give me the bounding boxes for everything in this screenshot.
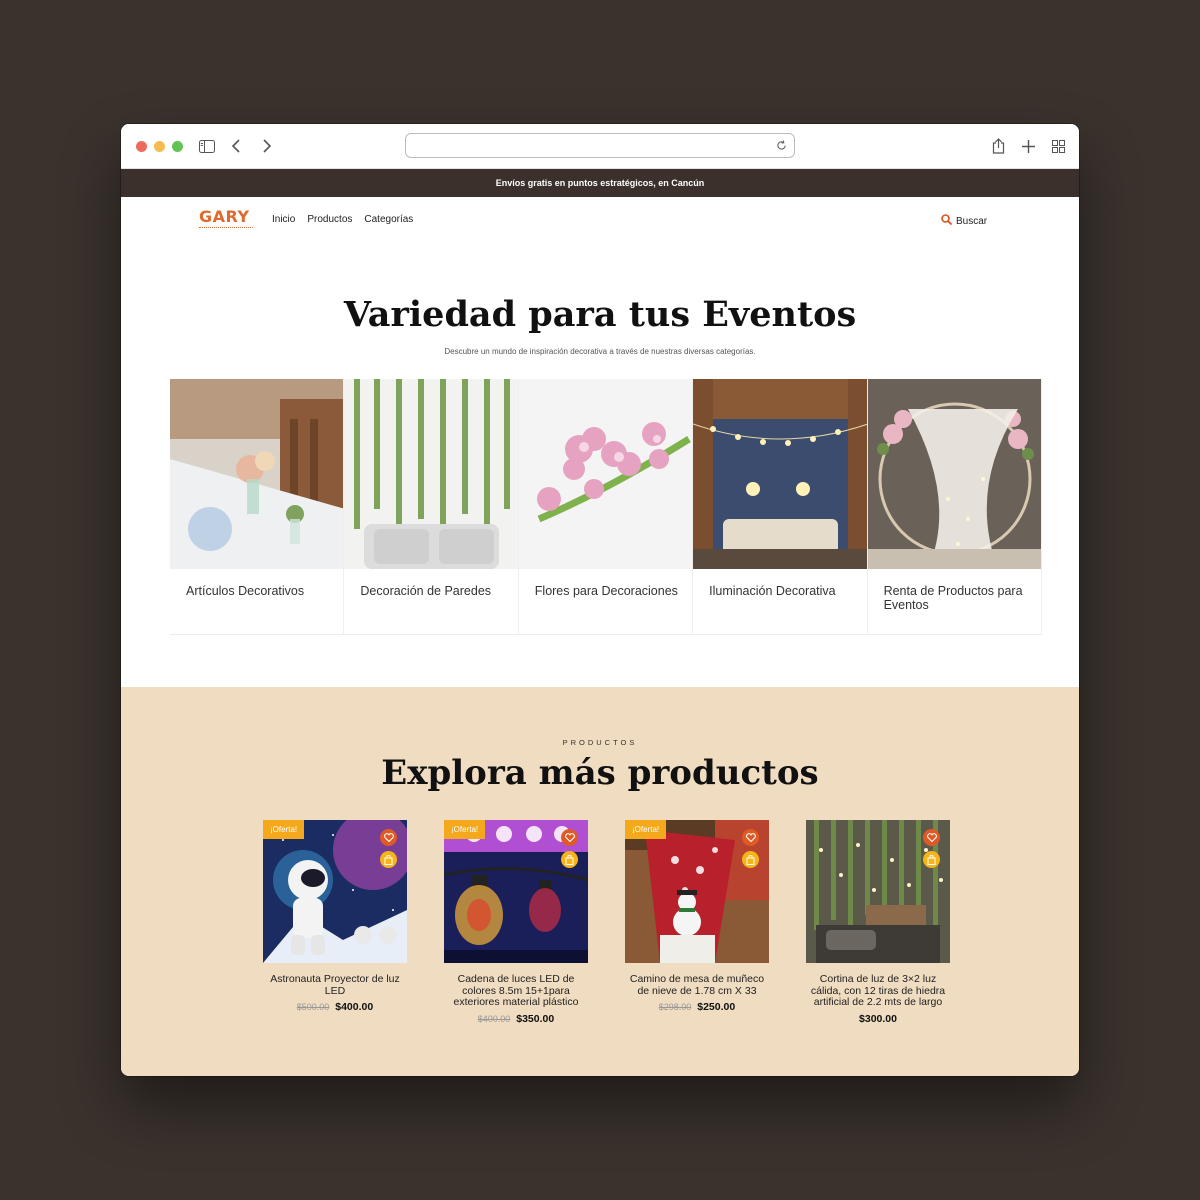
- cart-icon[interactable]: [923, 851, 940, 868]
- new-tab-icon[interactable]: [1018, 136, 1038, 156]
- category-card-articulos[interactable]: Artículos Decorativos: [170, 379, 345, 635]
- product-card[interactable]: Cortina de luz de 3×2 luz cálida, con 12…: [806, 820, 950, 1025]
- search-button[interactable]: Buscar: [941, 214, 987, 228]
- logo-tagline: [199, 227, 253, 230]
- products-eyebrow: PRODUCTOS: [562, 738, 638, 747]
- category-label: Iluminación Decorativa: [709, 584, 836, 598]
- site-header: GARY Inicio Productos Categorías Buscar: [121, 197, 1079, 245]
- gary-logo[interactable]: GARY: [199, 209, 255, 233]
- ivy-light-curtain-photo: [806, 820, 950, 963]
- product-price: $298.00 $250.00: [625, 1001, 769, 1013]
- sale-price: $250.00: [697, 1001, 736, 1013]
- heart-icon[interactable]: [923, 829, 940, 846]
- category-label: Flores para Decoraciones: [534, 584, 678, 598]
- logo-wordmark: GARY: [199, 207, 250, 226]
- old-price: $298.00: [658, 1002, 692, 1012]
- cart-icon[interactable]: [742, 851, 759, 868]
- hero-subtitle: Descubre un mundo de inspiración decorat…: [444, 347, 756, 356]
- product-price: $400.00 $350.00: [444, 1013, 588, 1025]
- product-card[interactable]: ¡Oferta! Cadena de luces LED de colores …: [444, 820, 588, 1025]
- product-name[interactable]: Astronauta Proyector de luz LED: [263, 973, 407, 997]
- products-section: PRODUCTOS Explora más productos ¡Oferta!…: [121, 687, 1079, 1076]
- astronaut-projector-photo: ¡Oferta!: [263, 820, 407, 963]
- hero-title: Variedad para tus Eventos: [343, 294, 857, 335]
- product-card[interactable]: ¡Oferta! Camino de mesa de muñeco de nie…: [625, 820, 769, 1013]
- tab-overview-icon[interactable]: [1048, 136, 1068, 156]
- snowman-table-runner-photo: ¡Oferta!: [625, 820, 769, 963]
- category-card-iluminacion[interactable]: Iluminación Decorativa: [693, 379, 868, 635]
- cart-icon[interactable]: [380, 851, 397, 868]
- product-name[interactable]: Camino de mesa de muñeco de nieve de 1.7…: [625, 973, 769, 997]
- old-price: $400.00: [477, 1013, 511, 1024]
- category-grid: Artículos Decorativos Decoración de Pare…: [170, 379, 1042, 635]
- table-decor-photo: [170, 379, 344, 569]
- heart-icon[interactable]: [561, 829, 578, 846]
- browser-toolbar: [121, 124, 1079, 169]
- products-title: Explora más productos: [381, 753, 819, 793]
- category-label: Artículos Decorativos: [186, 584, 305, 598]
- arch-curtain-photo: [867, 379, 1041, 569]
- nav-categorias[interactable]: Categorías: [364, 214, 413, 225]
- nav-productos[interactable]: Productos: [307, 214, 352, 225]
- product-price: $300.00: [806, 1013, 950, 1025]
- sale-price: $300.00: [859, 1012, 897, 1025]
- sidebar-icon[interactable]: [197, 136, 217, 156]
- back-arrow-icon[interactable]: [226, 136, 246, 156]
- reload-icon[interactable]: [773, 137, 789, 153]
- sale-badge: ¡Oferta!: [263, 820, 305, 839]
- category-card-paredes[interactable]: Decoración de Paredes: [344, 379, 519, 635]
- search-icon: [941, 214, 953, 228]
- forward-arrow-icon[interactable]: [257, 136, 277, 156]
- close-window-button[interactable]: [136, 141, 147, 152]
- sale-price: $400.00: [335, 1001, 374, 1013]
- zoom-window-button[interactable]: [172, 141, 183, 152]
- product-name[interactable]: Cortina de luz de 3×2 luz cálida, con 12…: [806, 973, 950, 1009]
- product-card[interactable]: ¡Oferta! Astronauta Proyector de luz LED…: [263, 820, 407, 1013]
- led-string-lights-photo: ¡Oferta!: [444, 820, 588, 963]
- nav-inicio[interactable]: Inicio: [272, 214, 295, 225]
- category-label: Renta de Productos para Eventos: [883, 584, 1023, 612]
- announcement-text: Envíos gratis en puntos estratégicos, en…: [495, 178, 705, 188]
- sale-price: $350.00: [516, 1012, 555, 1025]
- old-price: $500.00: [296, 1002, 330, 1012]
- browser-window: Envíos gratis en puntos estratégicos, en…: [121, 124, 1079, 1076]
- category-card-renta[interactable]: Renta de Productos para Eventos: [867, 379, 1042, 635]
- main-nav: Inicio Productos Categorías: [272, 214, 413, 225]
- pink-flowers-photo: [518, 379, 693, 569]
- address-bar[interactable]: [405, 133, 795, 158]
- product-price: $500.00 $400.00: [263, 1001, 407, 1013]
- string-lights-photo: [693, 379, 867, 569]
- category-label: Decoración de Paredes: [360, 584, 492, 598]
- product-name[interactable]: Cadena de luces LED de colores 8.5m 15+1…: [444, 973, 588, 1009]
- minimize-window-button[interactable]: [154, 141, 165, 152]
- category-card-flores[interactable]: Flores para Decoraciones: [518, 379, 694, 635]
- sale-badge: ¡Oferta!: [625, 820, 667, 839]
- announcement-bar: Envíos gratis en puntos estratégicos, en…: [121, 169, 1079, 197]
- heart-icon[interactable]: [742, 829, 759, 846]
- cart-icon[interactable]: [561, 851, 578, 868]
- search-label: Buscar: [956, 215, 988, 227]
- ivy-wall-photo: [344, 379, 518, 569]
- share-icon[interactable]: [988, 136, 1008, 156]
- sale-badge: ¡Oferta!: [444, 820, 486, 839]
- heart-icon[interactable]: [380, 829, 397, 846]
